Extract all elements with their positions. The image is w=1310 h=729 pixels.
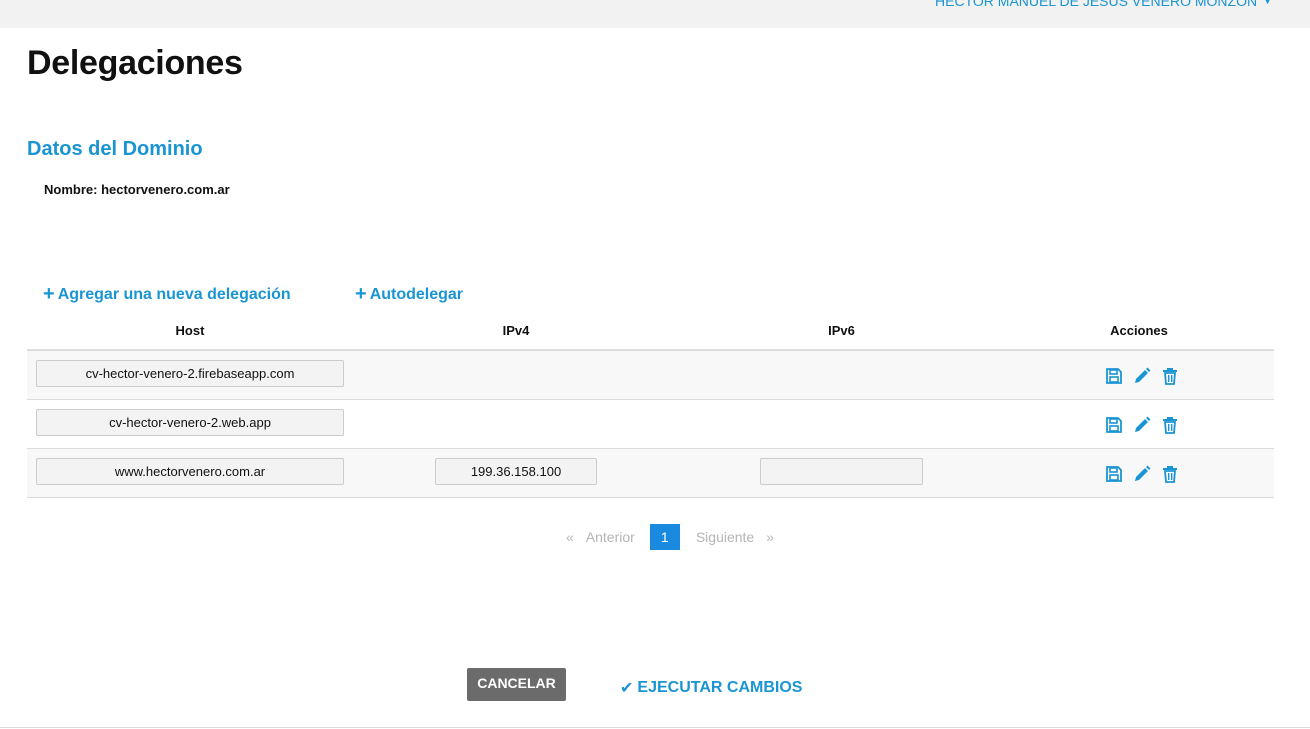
row-actions <box>1104 365 1180 387</box>
check-icon: ✔ <box>620 680 634 697</box>
pagination-next[interactable]: Siguiente <box>696 529 754 545</box>
delegations-table: Host IPv4 IPv6 Acciones cv-hector-venero… <box>27 312 1274 498</box>
top-bar: HECTOR MANUEL DE JESUS VENERO MONZON ▼ <box>0 0 1310 28</box>
table-header: Host IPv4 IPv6 Acciones <box>27 312 1274 351</box>
page-title: Delegaciones <box>27 44 243 82</box>
edit-pencil-icon[interactable] <box>1132 415 1152 435</box>
domain-name-label: Nombre: <box>44 182 98 197</box>
table-row: www.hectorvenero.com.ar 199.36.158.100 <box>27 449 1274 498</box>
host-input[interactable]: cv-hector-venero-2.firebaseapp.com <box>36 360 344 387</box>
save-icon[interactable] <box>1104 366 1124 386</box>
ipv4-input[interactable]: 199.36.158.100 <box>435 458 597 485</box>
plus-icon: + <box>43 283 55 305</box>
ipv6-input[interactable] <box>760 458 923 485</box>
host-input[interactable]: www.hectorvenero.com.ar <box>36 458 344 485</box>
host-input[interactable]: cv-hector-venero-2.web.app <box>36 409 344 436</box>
save-icon[interactable] <box>1104 415 1124 435</box>
trash-icon[interactable] <box>1160 464 1180 484</box>
domain-name-row: Nombre: hectorvenero.com.ar <box>44 182 230 197</box>
autodelegate-link[interactable]: + Autodelegar <box>355 283 464 305</box>
pagination-prev-arrow[interactable]: « <box>566 529 574 545</box>
user-name: HECTOR MANUEL DE JESUS VENERO MONZON <box>935 0 1258 9</box>
column-header-actions: Acciones <box>1110 323 1168 338</box>
bottom-divider <box>0 727 1310 728</box>
pagination-page-current[interactable]: 1 <box>649 524 680 550</box>
user-menu[interactable]: HECTOR MANUEL DE JESUS VENERO MONZON ▼ <box>935 0 1272 9</box>
autodelegate-label: Autodelegar <box>369 286 464 303</box>
row-actions <box>1104 414 1180 436</box>
column-header-ipv6: IPv6 <box>828 323 855 338</box>
edit-pencil-icon[interactable] <box>1132 464 1152 484</box>
trash-icon[interactable] <box>1160 366 1180 386</box>
pagination-next-arrow[interactable]: » <box>766 529 774 545</box>
execute-changes-button[interactable]: ✔ EJECUTAR CAMBIOS <box>620 678 802 698</box>
chevron-down-icon: ▼ <box>1263 0 1272 6</box>
plus-icon: + <box>355 283 367 305</box>
pagination-prev[interactable]: Anterior <box>586 529 635 545</box>
execute-changes-label: EJECUTAR CAMBIOS <box>637 679 803 696</box>
cancel-button[interactable]: CANCELAR <box>467 668 566 701</box>
add-delegation-link[interactable]: + Agregar una nueva delegación <box>43 283 291 305</box>
table-row: cv-hector-venero-2.firebaseapp.com <box>27 351 1274 400</box>
column-header-ipv4: IPv4 <box>502 323 530 338</box>
trash-icon[interactable] <box>1160 415 1180 435</box>
pagination: « Anterior 1 Siguiente » <box>560 524 774 550</box>
edit-pencil-icon[interactable] <box>1132 366 1152 386</box>
row-actions <box>1104 463 1180 485</box>
table-row: cv-hector-venero-2.web.app <box>27 400 1274 449</box>
save-icon[interactable] <box>1104 464 1124 484</box>
add-delegation-label: Agregar una nueva delegación <box>57 286 291 303</box>
column-header-host: Host <box>175 323 205 338</box>
section-title-domain-data: Datos del Dominio <box>27 138 203 160</box>
domain-name-value: hectorvenero.com.ar <box>101 182 230 197</box>
